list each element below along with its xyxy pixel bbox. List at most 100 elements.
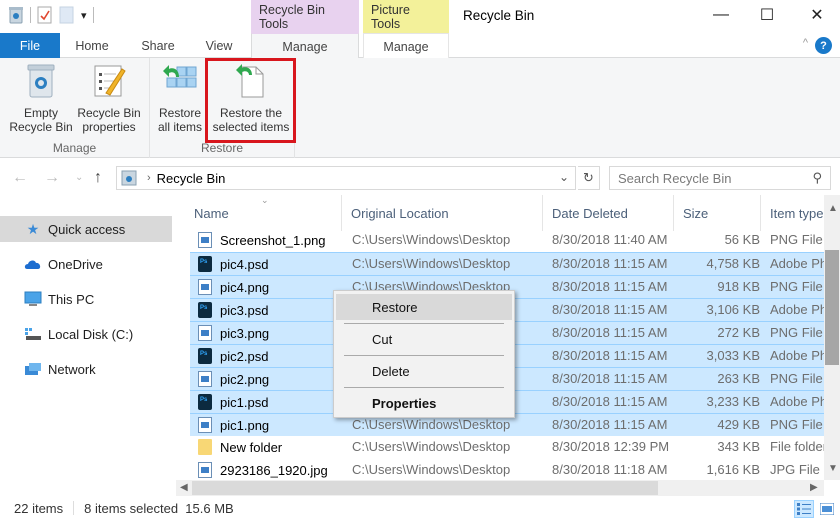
file-name-cell: pic2.png xyxy=(198,371,348,387)
date-deleted: 8/30/2018 11:15 AM xyxy=(552,371,668,386)
context-menu-cut[interactable]: Cut xyxy=(336,326,512,352)
recent-locations-button[interactable]: ⌄ xyxy=(75,172,83,183)
horizontal-scrollbar[interactable]: ◀ ▶ xyxy=(176,480,824,496)
vertical-scroll-thumb[interactable] xyxy=(825,250,839,365)
tab-home[interactable]: Home xyxy=(64,33,120,58)
date-deleted: 8/30/2018 11:40 AM xyxy=(552,232,668,247)
item-type: PNG File xyxy=(770,371,823,386)
menu-separator xyxy=(344,355,504,356)
file-size: 1,616 KB xyxy=(706,462,761,477)
sidebar-item-onedrive[interactable]: OneDrive xyxy=(0,251,172,277)
horizontal-scroll-thumb[interactable] xyxy=(192,481,658,495)
scroll-right-icon[interactable]: ▶ xyxy=(810,482,818,493)
item-type: PNG File xyxy=(770,417,823,432)
customize-toolbar-dropdown[interactable]: ▾ xyxy=(81,9,87,22)
sidebar-item-label: Quick access xyxy=(48,221,126,237)
file-size: 429 KB xyxy=(717,417,760,432)
column-header-item-type[interactable]: Item type xyxy=(762,195,826,231)
search-input[interactable]: Search Recycle Bin ⚲ xyxy=(609,166,831,190)
file-row[interactable]: pic4.psd C:\Users\Windows\Desktop 8/30/201… xyxy=(190,252,826,275)
address-dropdown-icon[interactable]: ⌄ xyxy=(559,170,569,184)
tab-manage-picture[interactable]: Manage xyxy=(363,33,449,59)
item-type: PNG File xyxy=(770,325,823,340)
file-size: 3,233 KB xyxy=(706,394,761,409)
up-button[interactable]: ↑ xyxy=(94,169,102,187)
minimize-button[interactable]: — xyxy=(698,0,744,30)
file-name-cell: pic4.png xyxy=(198,279,348,295)
refresh-button[interactable]: ↻ xyxy=(578,166,600,190)
original-location: C:\Users\Windows\Desktop xyxy=(352,462,511,477)
file-size: 272 KB xyxy=(717,325,760,340)
address-bar[interactable]: › Recycle Bin ⌄ xyxy=(116,166,576,190)
date-deleted: 8/30/2018 11:18 AM xyxy=(552,462,668,477)
search-icon: ⚲ xyxy=(812,170,822,185)
context-menu-properties[interactable]: Properties xyxy=(336,390,512,416)
column-header-date-deleted[interactable]: Date Deleted xyxy=(544,195,674,231)
tab-manage-recycle-bin[interactable]: Manage xyxy=(251,33,359,59)
png-file-icon xyxy=(198,232,212,248)
maximize-button[interactable]: ☐ xyxy=(744,0,790,30)
file-row[interactable]: Screenshot_1.png C:\Users\Windows\Desktop… xyxy=(190,229,824,252)
back-button[interactable]: ← xyxy=(12,169,28,187)
empty-recycle-bin-button[interactable]: Empty Recycle Bin xyxy=(6,62,76,134)
item-type: PNG File xyxy=(770,279,823,294)
close-button[interactable]: ✕ xyxy=(794,0,840,30)
search-placeholder: Search Recycle Bin xyxy=(618,170,732,186)
star-icon: ★ xyxy=(26,220,40,237)
file-size: 4,758 KB xyxy=(706,256,761,271)
collapse-ribbon-icon[interactable]: ^ xyxy=(803,37,808,49)
recycle-bin-icon xyxy=(121,170,137,186)
restore-all-items-button[interactable]: Restore all items xyxy=(154,62,206,134)
scroll-down-icon[interactable]: ▼ xyxy=(828,463,838,474)
column-header-size[interactable]: Size xyxy=(675,195,761,231)
file-row[interactable]: 2923186_1920.jpg C:\Users\Windows\Desktop… xyxy=(190,459,824,480)
context-menu-restore[interactable]: Restore xyxy=(336,294,512,320)
sidebar-item-local-disk[interactable]: Local Disk (C:) xyxy=(0,321,172,347)
tab-view[interactable]: View xyxy=(192,33,246,58)
selection-summary: 8 items selected 15.6 MB xyxy=(84,500,234,516)
disk-icon xyxy=(24,326,42,342)
tab-share[interactable]: Share xyxy=(130,33,186,58)
scroll-left-icon[interactable]: ◀ xyxy=(180,482,188,493)
details-view-button[interactable] xyxy=(794,500,814,518)
recycle-bin-icon[interactable] xyxy=(8,6,24,24)
menu-separator xyxy=(344,323,504,324)
vertical-scrollbar[interactable]: ▲ ▼ xyxy=(824,195,840,480)
png-file-icon xyxy=(198,417,212,433)
recycle-bin-properties-button[interactable]: Recycle Bin properties xyxy=(74,62,144,134)
file-name: pic2.psd xyxy=(220,348,269,364)
properties-icon[interactable] xyxy=(37,6,53,24)
large-icons-view-button[interactable] xyxy=(817,500,837,518)
item-type: Adobe Ph xyxy=(770,394,826,409)
date-deleted: 8/30/2018 11:15 AM xyxy=(552,279,668,294)
sidebar-item-quick-access[interactable]: ★ Quick access xyxy=(0,216,172,242)
sidebar-item-label: OneDrive xyxy=(48,256,103,272)
column-header-original-location[interactable]: Original Location xyxy=(343,195,543,231)
breadcrumb-recycle-bin[interactable]: Recycle Bin xyxy=(157,171,226,186)
sidebar-item-network[interactable]: Network xyxy=(0,356,172,382)
date-deleted: 8/30/2018 11:15 AM xyxy=(552,325,668,340)
help-icon[interactable]: ? xyxy=(815,37,832,54)
scroll-up-icon[interactable]: ▲ xyxy=(828,203,838,214)
psd-file-icon xyxy=(198,394,212,410)
menu-separator xyxy=(344,387,504,388)
date-deleted: 8/30/2018 11:15 AM xyxy=(552,417,668,432)
psd-file-icon xyxy=(198,256,212,272)
file-size: 3,033 KB xyxy=(706,348,761,363)
date-deleted: 8/30/2018 11:15 AM xyxy=(552,394,668,409)
context-menu-delete[interactable]: Delete xyxy=(336,358,512,384)
computer-icon xyxy=(24,291,42,307)
file-name: pic3.png xyxy=(220,325,270,341)
status-separator xyxy=(73,501,75,515)
file-name-cell: Screenshot_1.png xyxy=(198,232,348,248)
toolbar-separator xyxy=(30,7,31,23)
forward-button[interactable]: → xyxy=(44,169,60,187)
tab-file[interactable]: File xyxy=(0,33,60,58)
file-row[interactable]: New folder C:\Users\Windows\Desktop 8/30/2… xyxy=(190,436,826,459)
png-file-icon xyxy=(198,371,212,387)
new-folder-icon[interactable] xyxy=(59,6,75,24)
column-header-name[interactable]: Name xyxy=(186,195,342,231)
restore-group-label: Restore xyxy=(200,141,244,155)
sidebar-item-this-pc[interactable]: This PC xyxy=(0,286,172,312)
file-name-cell: pic2.psd xyxy=(198,348,348,364)
